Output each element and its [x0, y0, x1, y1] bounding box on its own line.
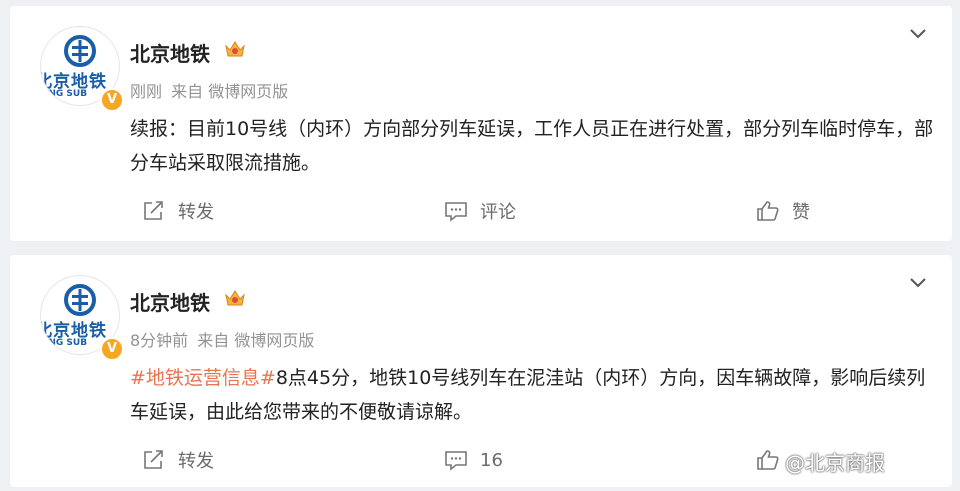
weibo-post-card: 北京地铁 ING SUB V 北京地铁 刚刚 来自 微博网页版 续报：目前10号… — [10, 6, 952, 241]
like-icon — [757, 450, 779, 470]
beijing-subway-logo-icon — [64, 35, 96, 67]
like-label: 赞 — [792, 202, 810, 223]
weibo-post-card: 北京地铁 ING SUB V 北京地铁 8分钟前 来自 微博网页版 #地铁运营信… — [10, 255, 952, 487]
comment-icon — [445, 202, 467, 222]
repost-label: 转发 — [178, 451, 214, 472]
post-source: 来自 微博网页版 — [171, 82, 289, 101]
repost-button[interactable]: 转发 — [142, 445, 214, 475]
post-text-content: 续报：目前10号线（内环）方向部分列车延误，工作人员正在进行处置，部分列车临时停… — [130, 118, 934, 174]
like-button[interactable]: 赞 — [756, 196, 810, 226]
comment-button[interactable]: 16 — [444, 445, 503, 475]
avatar-subtext: ING SUB — [45, 338, 88, 348]
chevron-down-icon[interactable] — [908, 26, 928, 40]
repost-icon — [144, 201, 163, 220]
post-meta: 8分钟前 来自 微博网页版 — [130, 327, 318, 351]
post-text: 续报：目前10号线（内环）方向部分列车延误，工作人员正在进行处置，部分列车临时停… — [130, 112, 940, 180]
repost-icon — [144, 450, 163, 469]
verified-badge: V — [100, 337, 124, 361]
avatar-subtext: ING SUB — [45, 89, 88, 99]
post-source: 来自 微博网页版 — [197, 331, 315, 350]
comment-count: 16 — [480, 449, 503, 471]
watermark: @北京商报 — [785, 451, 885, 475]
post-time[interactable]: 8分钟前 — [130, 331, 188, 350]
repost-label: 转发 — [178, 202, 214, 223]
comment-button[interactable]: 评论 — [444, 196, 516, 226]
repost-button[interactable]: 转发 — [142, 196, 214, 226]
post-meta: 刚刚 来自 微博网页版 — [130, 78, 292, 102]
author-name[interactable]: 北京地铁 — [130, 287, 210, 316]
post-time[interactable]: 刚刚 — [130, 82, 162, 101]
author-name[interactable]: 北京地铁 — [130, 38, 210, 67]
chevron-down-icon[interactable] — [908, 275, 928, 289]
beijing-subway-logo-icon — [64, 284, 96, 316]
like-icon — [757, 201, 779, 221]
comment-icon — [445, 451, 467, 471]
action-bar: 转发 评论 赞 — [10, 196, 952, 226]
crown-icon — [225, 41, 245, 57]
post-text: #地铁运营信息#8点45分，地铁10号线列车在泥洼站（内环）方向，因车辆故障，影… — [130, 361, 940, 429]
hashtag-link[interactable]: #地铁运营信息# — [130, 367, 276, 389]
comment-label: 评论 — [480, 202, 516, 223]
crown-icon — [225, 290, 245, 306]
verified-badge: V — [100, 88, 124, 112]
